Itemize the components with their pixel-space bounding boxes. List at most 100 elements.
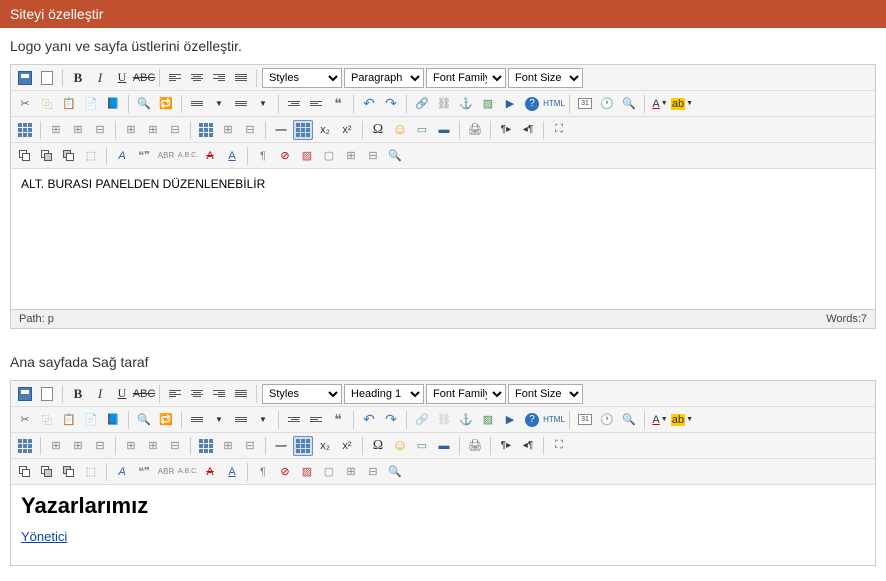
indent-button[interactable] bbox=[306, 94, 326, 114]
undo-button[interactable]: ↶ bbox=[359, 410, 379, 430]
fullscreen-button[interactable]: ⛶ bbox=[549, 436, 569, 456]
unlink-button[interactable]: ⛓ bbox=[434, 410, 454, 430]
spellcheck-button[interactable]: 🔍 bbox=[385, 146, 405, 166]
image-button[interactable]: ▨ bbox=[478, 410, 498, 430]
print-button[interactable]: 🖨 bbox=[465, 120, 485, 140]
copy-button[interactable]: ⿻ bbox=[37, 94, 57, 114]
align-center-button[interactable] bbox=[187, 68, 207, 88]
layer-backward-button[interactable] bbox=[59, 146, 79, 166]
layer-insert-button[interactable] bbox=[15, 462, 35, 482]
editor2-link[interactable]: Yönetici bbox=[21, 529, 67, 544]
insert-date-button[interactable]: 31 bbox=[575, 410, 595, 430]
table-row-after-button[interactable]: ⊞ bbox=[68, 120, 88, 140]
outdent-button[interactable] bbox=[284, 94, 304, 114]
cut-button[interactable]: ✂ bbox=[15, 94, 35, 114]
outdent-button[interactable] bbox=[284, 410, 304, 430]
image-manager-button[interactable]: ▨ bbox=[297, 462, 317, 482]
html-button[interactable]: HTML bbox=[544, 94, 564, 114]
table-cell-props-button[interactable] bbox=[196, 436, 216, 456]
text-color-button[interactable]: A▼ bbox=[650, 410, 670, 430]
fontfamily-select[interactable]: Font Family bbox=[426, 68, 506, 88]
copy-button[interactable]: ⿻ bbox=[37, 410, 57, 430]
superscript-button[interactable]: x² bbox=[337, 436, 357, 456]
align-right-button[interactable] bbox=[209, 384, 229, 404]
paste-word-button[interactable]: 📘 bbox=[103, 410, 123, 430]
paste-button[interactable]: 📋 bbox=[59, 94, 79, 114]
table-delete-row-button[interactable]: ⊟ bbox=[90, 120, 110, 140]
cut-button[interactable]: ✂ bbox=[15, 410, 35, 430]
table-merge-button[interactable]: ⊞ bbox=[218, 120, 238, 140]
ol-menu-button[interactable]: ▼ bbox=[253, 94, 273, 114]
underline-button[interactable]: U bbox=[112, 384, 132, 404]
table-merge-button[interactable]: ⊞ bbox=[218, 436, 238, 456]
table-delete-row-button[interactable]: ⊟ bbox=[90, 436, 110, 456]
table-split-button[interactable]: ⊟ bbox=[240, 120, 260, 140]
align-right-button[interactable] bbox=[209, 68, 229, 88]
image-manager-button[interactable]: ▨ bbox=[297, 146, 317, 166]
preview-button[interactable]: 🔍 bbox=[619, 410, 639, 430]
image-button[interactable]: ▨ bbox=[478, 94, 498, 114]
strikethrough-button[interactable]: ABC bbox=[134, 68, 154, 88]
visual-blocks-button[interactable]: ⊞ bbox=[341, 462, 361, 482]
undo-button[interactable]: ↶ bbox=[359, 94, 379, 114]
ins-button[interactable]: A bbox=[222, 146, 242, 166]
replace-button[interactable]: 🔁 bbox=[156, 410, 176, 430]
subscript-button[interactable]: x₂ bbox=[315, 120, 335, 140]
format-select[interactable]: Heading 1 bbox=[344, 384, 424, 404]
save-button[interactable] bbox=[15, 68, 35, 88]
rtl-button[interactable]: ◂¶ bbox=[518, 436, 538, 456]
bg-color-button[interactable]: ab▼ bbox=[672, 410, 692, 430]
format-select[interactable]: Paragraph bbox=[344, 68, 424, 88]
layer-absolute-button[interactable]: ⬚ bbox=[81, 146, 101, 166]
paste-text-button[interactable]: 📄 bbox=[81, 410, 101, 430]
new-doc-button[interactable] bbox=[37, 68, 57, 88]
align-center-button[interactable] bbox=[187, 384, 207, 404]
subscript-button[interactable]: x₂ bbox=[315, 436, 335, 456]
table-row-before-button[interactable]: ⊞ bbox=[46, 436, 66, 456]
cleanup-button[interactable]: ▢ bbox=[319, 146, 339, 166]
ltr-button[interactable]: ¶▸ bbox=[496, 120, 516, 140]
table-col-before-button[interactable]: ⊞ bbox=[121, 436, 141, 456]
ul-button[interactable] bbox=[187, 410, 207, 430]
table-button[interactable] bbox=[15, 120, 35, 140]
paste-word-button[interactable]: 📘 bbox=[103, 94, 123, 114]
save-button[interactable] bbox=[15, 384, 35, 404]
html-button[interactable]: HTML bbox=[544, 410, 564, 430]
align-justify-button[interactable] bbox=[231, 384, 251, 404]
bold-button[interactable]: B bbox=[68, 384, 88, 404]
layer-backward-button[interactable] bbox=[59, 462, 79, 482]
remove-format-button[interactable] bbox=[293, 120, 313, 140]
rtl-button[interactable]: ◂¶ bbox=[518, 120, 538, 140]
new-doc-button[interactable] bbox=[37, 384, 57, 404]
fullscreen-button[interactable]: ⛶ bbox=[549, 120, 569, 140]
editor-content-area[interactable]: ALT. BURASI PANELDEN DÜZENLENEBİLİR bbox=[11, 169, 875, 309]
cite-button[interactable]: ❝❞ bbox=[134, 146, 154, 166]
template-button[interactable]: ▬ bbox=[434, 120, 454, 140]
layer-absolute-button[interactable]: ⬚ bbox=[81, 462, 101, 482]
paste-button[interactable]: 📋 bbox=[59, 410, 79, 430]
superscript-button[interactable]: x² bbox=[337, 120, 357, 140]
code-button[interactable]: ⊟ bbox=[363, 462, 383, 482]
redo-button[interactable]: ↷ bbox=[381, 410, 401, 430]
cleanup-button[interactable]: ▢ bbox=[319, 462, 339, 482]
link-button[interactable]: 🔗 bbox=[412, 410, 432, 430]
template-button[interactable]: ▬ bbox=[434, 436, 454, 456]
remove-format-button[interactable] bbox=[293, 436, 313, 456]
hr-button[interactable]: — bbox=[271, 120, 291, 140]
bg-color-button[interactable]: ab▼ bbox=[672, 94, 692, 114]
ltr-button[interactable]: ¶▸ bbox=[496, 436, 516, 456]
styles-select[interactable]: Styles bbox=[262, 68, 342, 88]
ul-menu-button[interactable]: ▼ bbox=[209, 94, 229, 114]
code-button[interactable]: ⊟ bbox=[363, 146, 383, 166]
ul-button[interactable] bbox=[187, 94, 207, 114]
ins-button[interactable]: A bbox=[222, 462, 242, 482]
ol-button[interactable] bbox=[231, 94, 251, 114]
status-path[interactable]: Path: p bbox=[19, 313, 54, 325]
visual-blocks-button[interactable]: ⊞ bbox=[341, 146, 361, 166]
blockquote-button[interactable]: ❝ bbox=[328, 410, 348, 430]
bold-button[interactable]: B bbox=[68, 68, 88, 88]
table-delete-col-button[interactable]: ⊟ bbox=[165, 436, 185, 456]
unlink-button[interactable]: ⛓ bbox=[434, 94, 454, 114]
help-button[interactable]: ? bbox=[522, 410, 542, 430]
text-color-button[interactable]: A▼ bbox=[650, 94, 670, 114]
